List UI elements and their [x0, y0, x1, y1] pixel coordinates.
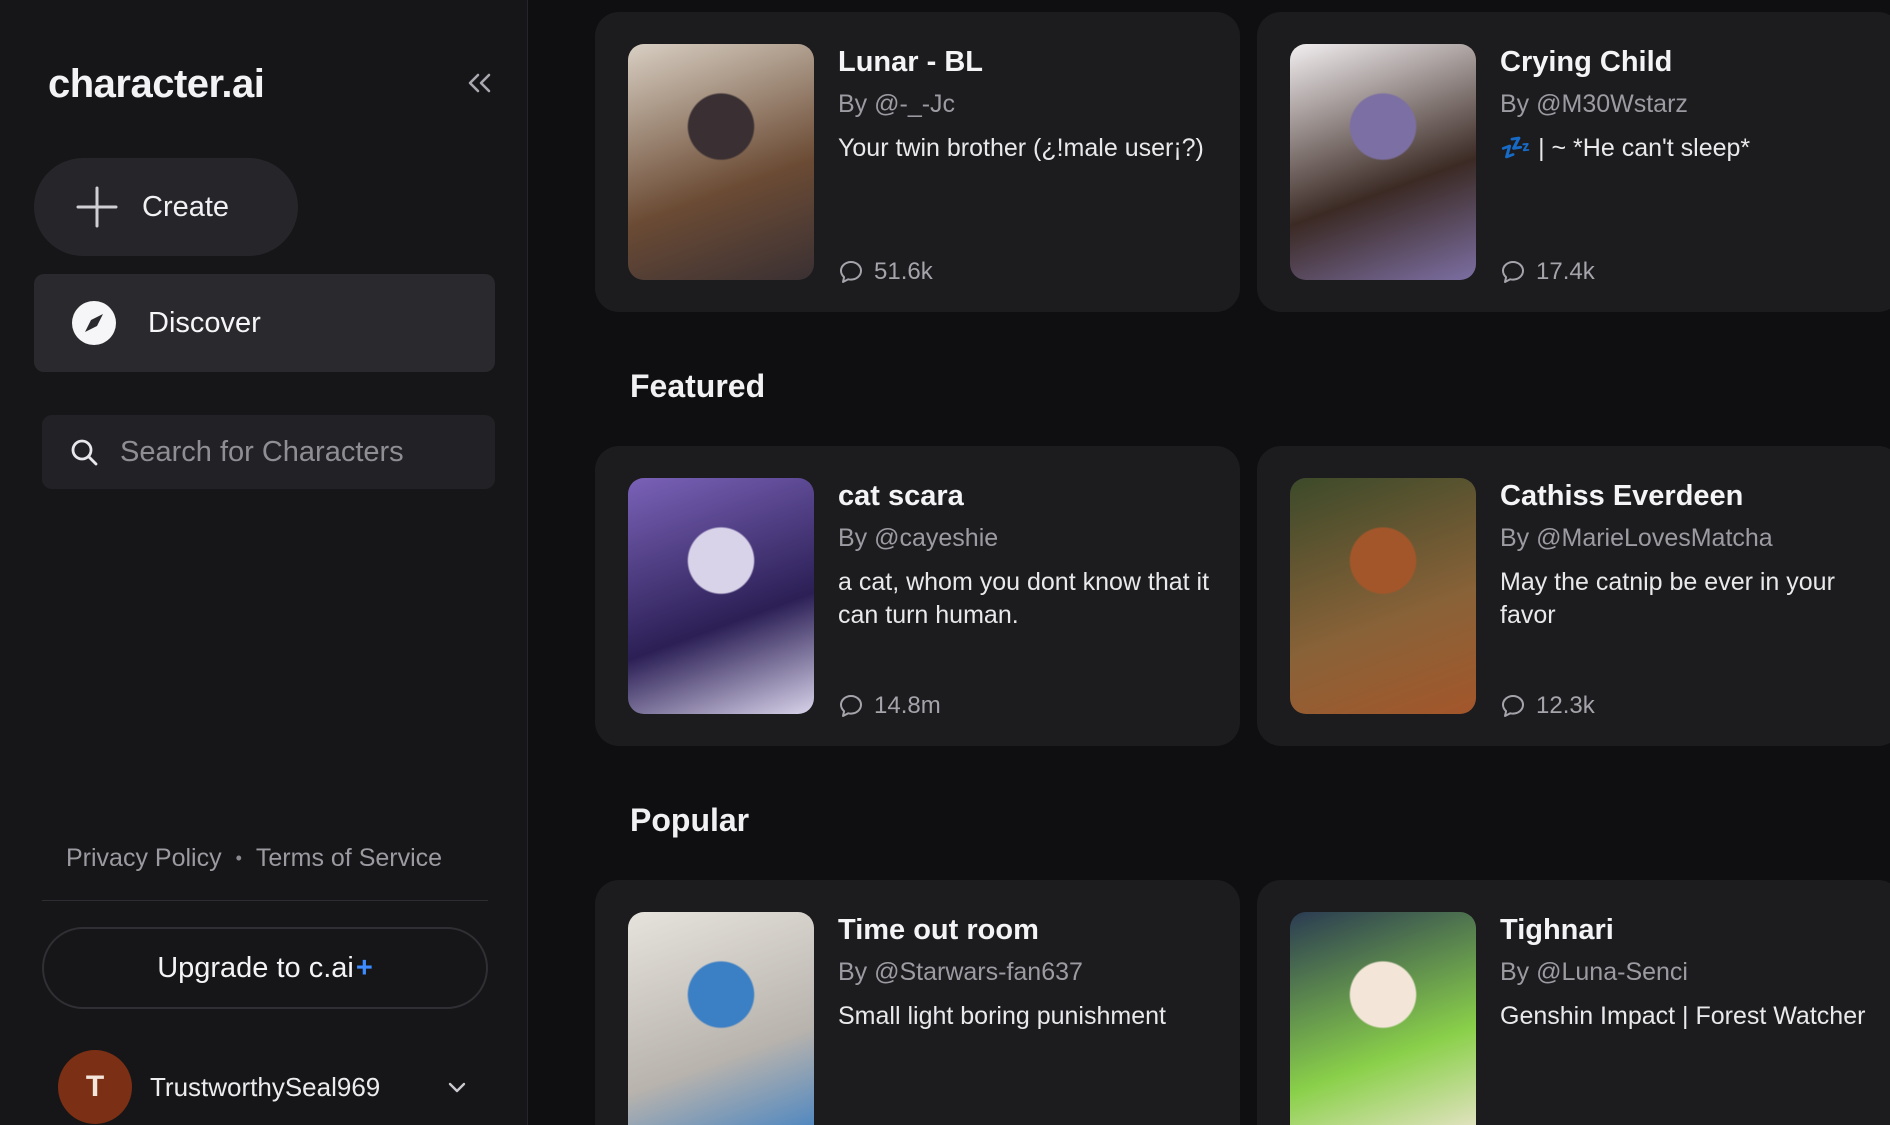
character-description: 💤 | ~ *He can't sleep*: [1500, 134, 1751, 162]
interaction-count: 17.4k: [1500, 258, 1595, 286]
chat-bubble-icon: [1502, 695, 1524, 717]
upgrade-label: Upgrade to c.ai: [157, 951, 354, 984]
upgrade-button[interactable]: Upgrade to c.ai +: [42, 927, 488, 1009]
section-title-popular: Popular: [630, 802, 750, 838]
app-logo[interactable]: character.ai: [48, 62, 265, 107]
character-name: Lunar - BL: [838, 46, 983, 78]
discover-label: Discover: [148, 306, 261, 339]
chat-bubble-icon: [1502, 261, 1524, 283]
character-name: Crying Child: [1500, 46, 1673, 78]
character-author[interactable]: By @-_-Jc: [838, 90, 955, 119]
sidebar: character.ai Create Discover Privacy Pol…: [0, 0, 528, 1125]
character-card[interactable]: Time out room By @Starwars-fan637 Small li…: [595, 880, 1240, 1125]
character-description: Genshin Impact | Forest Watcher: [1500, 1002, 1866, 1030]
avatar: T: [58, 1050, 132, 1124]
search-input[interactable]: [120, 435, 480, 469]
chat-bubble-icon: [840, 261, 862, 283]
terms-of-service-link[interactable]: Terms of Service: [256, 844, 442, 873]
interaction-count: 14.8m: [838, 692, 941, 720]
chevron-down-icon[interactable]: [446, 1076, 468, 1098]
character-card[interactable]: cat scara By @cayeshie a cat, whom you don…: [595, 446, 1240, 746]
character-author[interactable]: By @MarieLovesMatcha: [1500, 524, 1773, 553]
character-avatar-image: [1290, 912, 1476, 1125]
character-card[interactable]: Crying Child By @M30Wstarz 💤 | ~ *He can't…: [1257, 12, 1890, 312]
character-avatar-image: [1290, 44, 1476, 280]
privacy-policy-link[interactable]: Privacy Policy: [66, 844, 222, 873]
character-card[interactable]: Cathiss Everdeen By @MarieLovesMatcha May …: [1257, 446, 1890, 746]
character-author[interactable]: By @Starwars-fan637: [838, 958, 1083, 987]
character-card[interactable]: Lunar - BL By @-_-Jc Your twin brother (¿!…: [595, 12, 1240, 312]
character-description: May the catnip be ever in your favor: [1500, 568, 1835, 629]
legal-links: Privacy Policy • Terms of Service: [66, 844, 442, 873]
user-profile[interactable]: T TrustworthySeal969: [58, 1050, 380, 1124]
character-avatar-image: [1290, 478, 1476, 714]
character-name: cat scara: [838, 480, 964, 512]
plus-icon: [76, 186, 118, 228]
chat-bubble-icon: [840, 695, 862, 717]
separator-dot: •: [235, 848, 242, 868]
character-name: Time out room: [838, 914, 1039, 946]
interaction-count: 12.3k: [1500, 692, 1595, 720]
divider: [42, 900, 488, 901]
character-author[interactable]: By @cayeshie: [838, 524, 998, 553]
create-label: Create: [142, 190, 230, 223]
plus-accent: +: [355, 951, 373, 984]
collapse-sidebar-icon[interactable]: [462, 66, 496, 100]
search-icon: [71, 439, 98, 466]
character-avatar-image: [628, 912, 814, 1125]
compass-icon: [72, 301, 116, 345]
character-description: Your twin brother (¿!male user¡?): [838, 134, 1204, 162]
section-title-featured: Featured: [630, 368, 766, 404]
interaction-count-value: 14.8m: [874, 692, 941, 719]
character-author[interactable]: By @Luna-Senci: [1500, 958, 1688, 987]
search-bar[interactable]: [42, 415, 495, 489]
interaction-count-value: 17.4k: [1536, 258, 1595, 285]
character-name: Cathiss Everdeen: [1500, 480, 1744, 512]
character-avatar-image: [628, 44, 814, 280]
character-description: Small light boring punishment: [838, 1002, 1166, 1030]
character-description: a cat, whom you dont know that it can tu…: [838, 568, 1210, 629]
character-card[interactable]: Tighnari By @Luna-Senci Genshin Impact | F…: [1257, 880, 1890, 1125]
interaction-count-value: 51.6k: [874, 258, 933, 285]
interaction-count: 51.6k: [838, 258, 933, 286]
interaction-count-value: 12.3k: [1536, 692, 1595, 719]
character-author[interactable]: By @M30Wstarz: [1500, 90, 1688, 119]
character-name: Tighnari: [1500, 914, 1614, 946]
character-avatar-image: [628, 478, 814, 714]
main-content: Featured Popular Lunar - BL By @-_-Jc Your…: [529, 0, 1890, 1125]
create-button[interactable]: Create: [34, 158, 298, 256]
discover-nav-item[interactable]: Discover: [34, 274, 495, 372]
username: TrustworthySeal969: [150, 1071, 381, 1102]
